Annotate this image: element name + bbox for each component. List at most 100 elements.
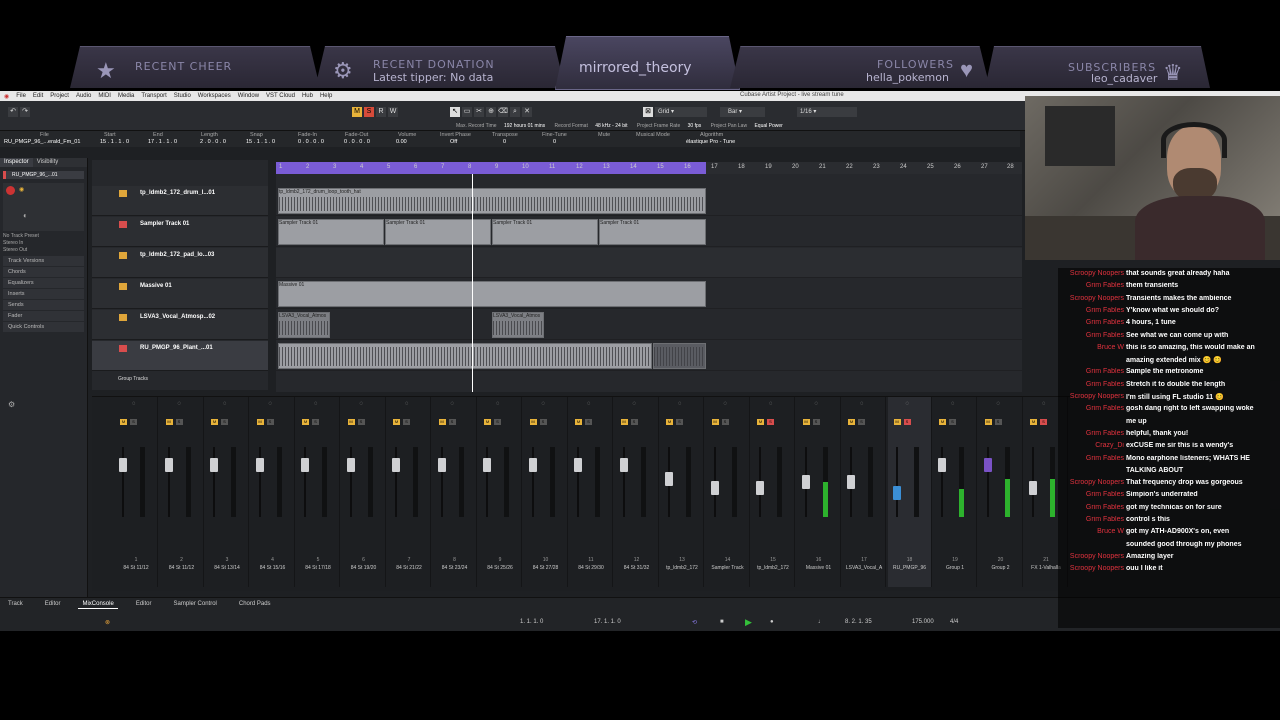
menu-audio[interactable]: Audio: [76, 93, 91, 99]
channel-solo-button[interactable]: S: [130, 419, 137, 425]
fader-handle[interactable]: [210, 458, 218, 473]
channel-solo-button[interactable]: S: [949, 419, 956, 425]
volume-knob-icon[interactable]: ◐: [23, 211, 28, 220]
pan-knob-icon[interactable]: ◌: [633, 401, 637, 407]
tab-inspector[interactable]: Inspector: [0, 158, 33, 167]
chat-username[interactable]: Scroopy Noopers: [1060, 270, 1124, 277]
menu-hub[interactable]: Hub: [302, 93, 313, 99]
loop-range[interactable]: [276, 162, 706, 174]
section-equalizers[interactable]: Equalizers: [3, 278, 84, 288]
channel-solo-button[interactable]: S: [1040, 419, 1047, 425]
channel-mute-button[interactable]: M: [438, 419, 446, 425]
track-row-selected[interactable]: RU_PMGP_96_Plant_...01: [92, 341, 268, 371]
chat-username[interactable]: Grim Fables: [1060, 504, 1124, 511]
channel-solo-button[interactable]: S: [494, 419, 501, 425]
fader-handle[interactable]: [665, 472, 673, 487]
channel-mute-button[interactable]: M: [666, 419, 673, 425]
stop-icon[interactable]: ■: [720, 619, 724, 625]
channel-name[interactable]: 84 St 15/16: [251, 565, 295, 571]
chat-username[interactable]: Crazy_Di: [1060, 442, 1124, 449]
menu-media[interactable]: Media: [118, 93, 134, 99]
tab-mixconsole[interactable]: MixConsole: [78, 600, 118, 609]
channel-solo-button[interactable]: S: [767, 419, 774, 425]
channel-mute-button[interactable]: M: [802, 419, 810, 425]
section-track-versions[interactable]: Track Versions: [3, 256, 84, 266]
channel-mute-button[interactable]: M: [620, 419, 628, 425]
left-locator[interactable]: 1. 1. 1. 0: [520, 619, 543, 625]
tab-editor-2[interactable]: Editor: [132, 600, 156, 609]
chat-username[interactable]: Grim Fables: [1060, 307, 1124, 314]
pan-knob-icon[interactable]: ◌: [451, 401, 455, 407]
menu-vstcloud[interactable]: VST Cloud: [266, 93, 295, 99]
pan-knob-icon[interactable]: ◌: [951, 401, 955, 407]
pan-knob-icon[interactable]: ◌: [223, 401, 227, 407]
fader-handle[interactable]: [619, 458, 628, 473]
chat-username[interactable]: Grim Fables: [1060, 405, 1124, 412]
channel-name[interactable]: 84 St 17/18: [296, 565, 340, 571]
chat-username[interactable]: Grim Fables: [1060, 430, 1124, 437]
channel-mute-button[interactable]: M: [393, 419, 400, 425]
record-enable-icon[interactable]: [6, 186, 15, 195]
pan-knob-icon[interactable]: ◌: [360, 401, 364, 407]
channel-name[interactable]: Group 1: [933, 565, 977, 571]
track-row[interactable]: tp_ldmb2_172_drum_l...01: [92, 186, 268, 216]
grid-select[interactable]: Grid ▾: [655, 107, 707, 117]
section-sends[interactable]: Sends: [3, 300, 84, 310]
menu-edit[interactable]: Edit: [33, 93, 43, 99]
mute-tool-icon[interactable]: ✕: [522, 107, 532, 117]
chat-username[interactable]: Grim Fables: [1060, 491, 1124, 498]
channel-solo-button[interactable]: S: [312, 419, 319, 425]
channel-mute-button[interactable]: M: [711, 419, 719, 425]
audio-event[interactable]: tp_ldmb2_172_drum_loop_tooth_hat: [278, 188, 706, 214]
info-track-name[interactable]: RU_PMGP_96_...erald_Fm_01: [4, 139, 80, 145]
record-icon[interactable]: ●: [770, 619, 774, 625]
channel-solo-button[interactable]: S: [266, 419, 274, 425]
read-button[interactable]: R: [376, 107, 386, 117]
fader-handle[interactable]: [483, 458, 491, 473]
gear-icon[interactable]: ⚙: [8, 400, 15, 409]
channel-mute-button[interactable]: M: [984, 419, 992, 425]
pan-knob-icon[interactable]: ◌: [678, 401, 682, 407]
channel-mute-button[interactable]: M: [120, 419, 127, 425]
info-transpose[interactable]: 0: [503, 139, 506, 145]
audio-event[interactable]: [278, 343, 652, 369]
info-end[interactable]: 17 . 1 . 1 . 0: [148, 139, 177, 145]
track-row[interactable]: Massive 01: [92, 279, 268, 309]
fader-handle[interactable]: [119, 458, 127, 473]
chat-username[interactable]: Scroopy Noopers: [1060, 479, 1124, 486]
info-volume[interactable]: 0.00: [396, 139, 407, 145]
glue-tool-icon[interactable]: ⊕: [486, 107, 496, 117]
pan-knob-icon[interactable]: ◌: [815, 401, 819, 407]
channel-name[interactable]: 84 St 19/20: [342, 565, 386, 571]
tab-visibility[interactable]: Visibility: [33, 158, 63, 167]
tab-editor[interactable]: Editor: [41, 600, 65, 609]
pan-knob-icon[interactable]: ◌: [769, 401, 773, 407]
channel-mute-button[interactable]: M: [347, 419, 355, 425]
info-fade-out[interactable]: 0 . 0 . 0 . 0: [344, 139, 370, 145]
channel-name[interactable]: Massive 01: [797, 565, 841, 571]
pan-knob-icon[interactable]: ◌: [1042, 401, 1046, 407]
cycle-icon[interactable]: ⟲: [692, 619, 697, 626]
chat-username[interactable]: Grim Fables: [1060, 516, 1124, 523]
channel-mute-button[interactable]: M: [893, 419, 901, 425]
right-locator[interactable]: 17. 1. 1. 0: [594, 619, 621, 625]
pan-knob-icon[interactable]: ◌: [405, 401, 409, 407]
channel-mute-button[interactable]: M: [211, 419, 218, 425]
track-row[interactable]: Sampler Track 01: [92, 217, 268, 247]
channel-mute-button[interactable]: M: [302, 419, 309, 425]
chat-username[interactable]: Scroopy Noopers: [1060, 565, 1124, 572]
info-fine-tune[interactable]: 0: [553, 139, 556, 145]
chat-username[interactable]: Grim Fables: [1060, 368, 1124, 375]
channel-solo-button[interactable]: S: [448, 419, 456, 425]
section-chords[interactable]: Chords: [3, 267, 84, 277]
channel-solo-button[interactable]: S: [175, 419, 183, 425]
channel-name[interactable]: Sampler Track: [706, 565, 750, 571]
fader-handle[interactable]: [528, 458, 537, 473]
pan-knob-icon[interactable]: ◌: [314, 401, 318, 407]
channel-name[interactable]: 84 St 31/32: [615, 565, 659, 571]
tab-chord-pads[interactable]: Chord Pads: [235, 600, 275, 609]
channel-solo-button[interactable]: S: [403, 419, 410, 425]
write-button[interactable]: W: [388, 107, 398, 117]
channel-name[interactable]: 84 St 21/22: [387, 565, 431, 571]
pan-knob-icon[interactable]: ◌: [860, 401, 864, 407]
